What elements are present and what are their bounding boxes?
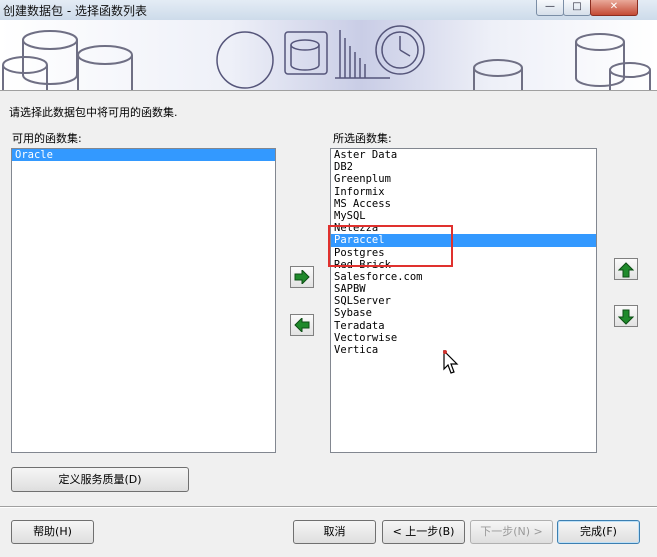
available-sets-label: 可用的函数集: bbox=[12, 132, 82, 145]
mouse-cursor-icon bbox=[443, 350, 459, 374]
list-item[interactable]: Postgres bbox=[331, 247, 596, 259]
next-button[interactable]: 下一步(N) > bbox=[470, 520, 553, 544]
arrow-down-icon bbox=[618, 309, 634, 325]
instruction-text: 请选择此数据包中将可用的函数集. bbox=[9, 106, 178, 119]
list-item[interactable]: Salesforce.com bbox=[331, 271, 596, 283]
list-item[interactable]: Netezza bbox=[331, 222, 596, 234]
title-bar: 创建数据包 - 选择函数列表 — □ ✕ bbox=[0, 0, 657, 21]
list-item[interactable]: DB2 bbox=[331, 161, 596, 173]
list-item[interactable]: Oracle bbox=[12, 149, 275, 162]
minimize-button[interactable]: — bbox=[536, 0, 564, 16]
maximize-button[interactable]: □ bbox=[563, 0, 591, 16]
list-item[interactable]: SAPBW bbox=[331, 283, 596, 295]
selected-sets-list[interactable]: Aster Data DB2 Greenplum Informix MS Access M… bbox=[330, 148, 597, 453]
minimize-icon: — bbox=[545, 1, 555, 12]
move-up-button[interactable] bbox=[614, 258, 638, 280]
list-item[interactable]: Vertica bbox=[331, 344, 596, 356]
back-button[interactable]: < 上一步(B) bbox=[382, 520, 465, 544]
list-item[interactable]: MS Access bbox=[331, 198, 596, 210]
list-item[interactable]: Teradata bbox=[331, 320, 596, 332]
arrow-up-icon bbox=[618, 262, 634, 278]
selected-sets-label: 所选函数集: bbox=[333, 132, 392, 145]
define-qos-button[interactable]: 定义服务质量(D) bbox=[11, 467, 189, 492]
help-button[interactable]: 帮助(H) bbox=[11, 520, 94, 544]
arrow-right-icon bbox=[294, 270, 310, 284]
footer-separator bbox=[0, 506, 657, 508]
maximize-icon: □ bbox=[572, 1, 582, 12]
list-item[interactable]: Sybase bbox=[331, 307, 596, 319]
list-item[interactable]: Informix bbox=[331, 186, 596, 198]
move-down-button[interactable] bbox=[614, 305, 638, 327]
list-item[interactable]: MySQL bbox=[331, 210, 596, 222]
list-item[interactable]: Red Brick bbox=[331, 259, 596, 271]
close-button[interactable]: ✕ bbox=[590, 0, 638, 16]
window-title: 创建数据包 - 选择函数列表 bbox=[3, 4, 147, 18]
wizard-banner bbox=[0, 20, 657, 91]
list-item[interactable]: Aster Data bbox=[331, 149, 596, 161]
remove-button[interactable] bbox=[290, 314, 314, 336]
cancel-button[interactable]: 取消 bbox=[293, 520, 376, 544]
arrow-left-icon bbox=[294, 318, 310, 332]
add-button[interactable] bbox=[290, 266, 314, 288]
finish-button[interactable]: 完成(F) bbox=[557, 520, 640, 544]
banner-graphic-icon bbox=[0, 20, 657, 90]
close-icon: ✕ bbox=[609, 1, 619, 12]
list-item[interactable]: Paraccel bbox=[331, 234, 596, 247]
available-sets-list[interactable]: Oracle bbox=[11, 148, 276, 453]
list-item[interactable]: SQLServer bbox=[331, 295, 596, 307]
list-item[interactable]: Vectorwise bbox=[331, 332, 596, 344]
list-item[interactable]: Greenplum bbox=[331, 173, 596, 185]
